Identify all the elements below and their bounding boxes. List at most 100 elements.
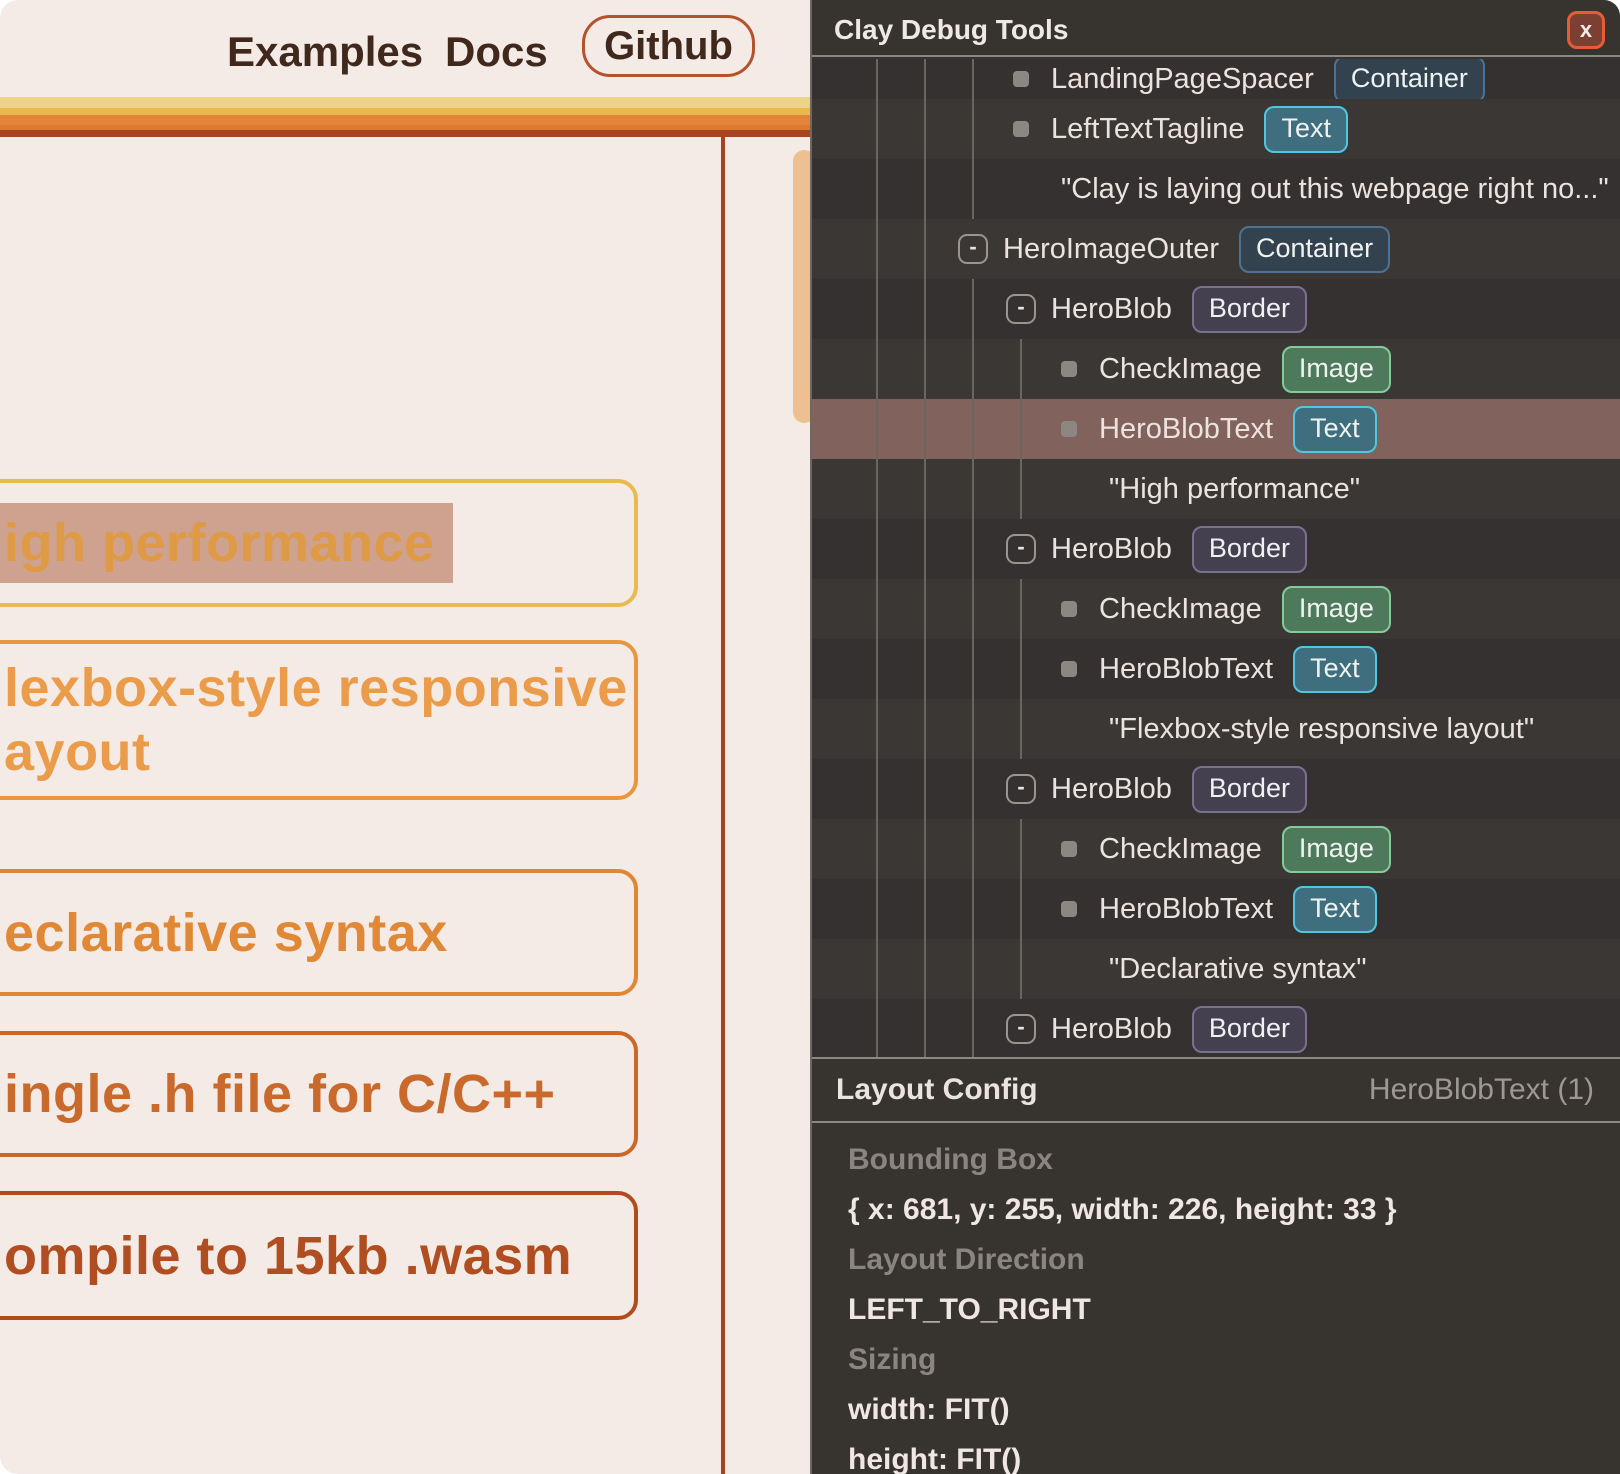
- tree-node-CheckImage[interactable]: CheckImage Image: [812, 819, 1620, 879]
- badge-image: Image: [1282, 346, 1391, 393]
- indent-guide: [924, 59, 926, 1057]
- tree-node-icon-cell: [1053, 421, 1085, 437]
- leaf-bullet-icon: [1061, 901, 1077, 917]
- tree-node-label: LandingPageSpacer: [1051, 63, 1314, 96]
- hero-feature-text: ayout: [4, 720, 634, 784]
- tree-node-LandingPageSpacer[interactable]: LandingPageSpacer Container: [812, 59, 1620, 99]
- tree-node-icon-cell: -: [1005, 534, 1037, 564]
- badge-text: Text: [1293, 646, 1377, 693]
- divider-line: [812, 1121, 1620, 1123]
- tree-text-content[interactable]: "High performance": [812, 459, 1620, 519]
- collapse-button[interactable]: -: [1006, 534, 1036, 564]
- badge-text: Text: [1293, 886, 1377, 933]
- text-content-value: "Clay is laying out this webpage right n…: [1061, 173, 1609, 206]
- hero-feature-box: igh performance: [0, 479, 638, 607]
- hero-feature-box: ingle .h file for C/C++: [0, 1031, 638, 1157]
- tree-node-icon-cell: [1053, 661, 1085, 677]
- config-field-label: Bounding Box: [848, 1143, 1053, 1177]
- badge-container: Container: [1334, 59, 1485, 99]
- minus-icon: -: [969, 236, 976, 258]
- badge-border: Border: [1192, 286, 1307, 333]
- tree-node-label: HeroBlobText: [1099, 653, 1273, 686]
- tree-node-icon-cell: -: [1005, 1014, 1037, 1044]
- stripe-band: [0, 115, 810, 125]
- tree-node-label: CheckImage: [1099, 353, 1262, 386]
- collapse-button[interactable]: -: [1006, 294, 1036, 324]
- tree-node-LeftTextTagline[interactable]: LeftTextTagline Text: [812, 99, 1620, 159]
- debug-panel-header: Clay Debug Tools x: [812, 0, 1620, 57]
- minus-icon: -: [1017, 1016, 1024, 1038]
- hero-feature-text: ingle .h file for C/C++: [4, 1062, 634, 1126]
- tree-node-CheckImage[interactable]: CheckImage Image: [812, 339, 1620, 399]
- tree-node-HeroBlob[interactable]: - HeroBlob Border: [812, 759, 1620, 819]
- tree-node-HeroBlob[interactable]: -HeroBlobBorder: [812, 279, 1620, 339]
- indent-guide: [1020, 579, 1022, 759]
- badge-text: Text: [1264, 106, 1348, 153]
- tree-node-label: LeftTextTagline: [1051, 113, 1244, 146]
- collapse-button[interactable]: -: [958, 234, 988, 264]
- collapse-button[interactable]: -: [1006, 774, 1036, 804]
- tree-text-content[interactable]: "Declarative syntax": [812, 939, 1620, 999]
- config-field-value: height: FIT(): [848, 1443, 1021, 1474]
- tree-node-HeroBlob[interactable]: -HeroBlobBorder: [812, 999, 1620, 1057]
- tree-node-icon-cell: -: [957, 234, 989, 264]
- badge-text: Text: [1293, 406, 1377, 453]
- indent-guide: [1020, 339, 1022, 519]
- indent-guide: [972, 59, 974, 219]
- config-field-label: Sizing: [848, 1343, 936, 1377]
- stripe-band: [0, 108, 810, 115]
- badge-border: Border: [1192, 766, 1307, 813]
- layout-config-title: Layout Config: [836, 1073, 1038, 1107]
- tree-node-HeroBlobText[interactable]: HeroBlobText Text: [812, 639, 1620, 699]
- text-content-value: "Declarative syntax": [1109, 953, 1367, 986]
- hero-feature-text: igh performance: [0, 503, 453, 583]
- page-scrollbar[interactable]: [793, 150, 810, 423]
- badge-border: Border: [1192, 526, 1307, 573]
- tree-node-HeroBlobText[interactable]: HeroBlobText Text: [812, 399, 1620, 459]
- tree-node-label: CheckImage: [1099, 593, 1262, 626]
- nav-link-docs[interactable]: Docs: [445, 28, 548, 76]
- tree-text-content[interactable]: "Clay is laying out this webpage right n…: [812, 159, 1620, 219]
- config-field-label: Layout Direction: [848, 1243, 1085, 1277]
- minus-icon: -: [1017, 536, 1024, 558]
- config-field-value: width: FIT(): [848, 1393, 1010, 1427]
- nav-link-examples[interactable]: Examples: [227, 28, 423, 76]
- config-field-value: { x: 681, y: 255, width: 226, height: 33…: [848, 1193, 1397, 1227]
- tree-node-HeroImageOuter[interactable]: -HeroImageOuterContainer: [812, 219, 1620, 279]
- badge-image: Image: [1282, 826, 1391, 873]
- tree-node-HeroBlob[interactable]: -HeroBlobBorder: [812, 519, 1620, 579]
- stripe-band: [0, 97, 810, 108]
- indent-guide: [876, 59, 878, 1057]
- hero-feature-box: lexbox-style responsiveayout: [0, 640, 638, 800]
- hero-feature-text: ompile to 15kb .wasm: [4, 1224, 634, 1288]
- gradient-stripe: [0, 97, 810, 137]
- tree-node-icon-cell: [1005, 121, 1037, 137]
- tree-node-icon-cell: [1053, 601, 1085, 617]
- selected-element-label: HeroBlobText (1): [1369, 1073, 1594, 1107]
- badge-container: Container: [1239, 226, 1390, 273]
- tree-node-label: CheckImage: [1099, 833, 1262, 866]
- screenshot-stage: Examples Docs Github igh performance lexb…: [0, 0, 1620, 1474]
- leaf-bullet-icon: [1061, 361, 1077, 377]
- tree-node-label: HeroBlob: [1051, 1013, 1172, 1046]
- leaf-bullet-icon: [1013, 71, 1029, 87]
- tree-node-icon-cell: [1053, 841, 1085, 857]
- layout-config-body: Bounding Box { x: 681, y: 255, width: 226…: [848, 1135, 1608, 1474]
- tree-node-icon-cell: [1053, 361, 1085, 377]
- tree-node-label: HeroBlobText: [1099, 413, 1273, 446]
- tree-node-label: HeroBlob: [1051, 773, 1172, 806]
- collapse-button[interactable]: -: [1006, 1014, 1036, 1044]
- element-tree: LandingPageSpacerContainerLeftTextTaglin…: [812, 59, 1620, 1057]
- leaf-bullet-icon: [1013, 121, 1029, 137]
- website-page: Examples Docs Github igh performance lexb…: [0, 0, 810, 1474]
- tree-node-icon-cell: -: [1005, 774, 1037, 804]
- tree-node-icon-cell: [1005, 71, 1037, 87]
- tree-node-HeroBlobText[interactable]: HeroBlobText Text: [812, 879, 1620, 939]
- tree-node-label: HeroBlobText: [1099, 893, 1273, 926]
- minus-icon: -: [1017, 776, 1024, 798]
- hero-feature-box: ompile to 15kb .wasm: [0, 1191, 638, 1320]
- github-button[interactable]: Github: [582, 15, 755, 77]
- close-button[interactable]: x: [1567, 11, 1605, 49]
- tree-node-CheckImage[interactable]: CheckImageImage: [812, 579, 1620, 639]
- tree-text-content[interactable]: "Flexbox-style responsive layout": [812, 699, 1620, 759]
